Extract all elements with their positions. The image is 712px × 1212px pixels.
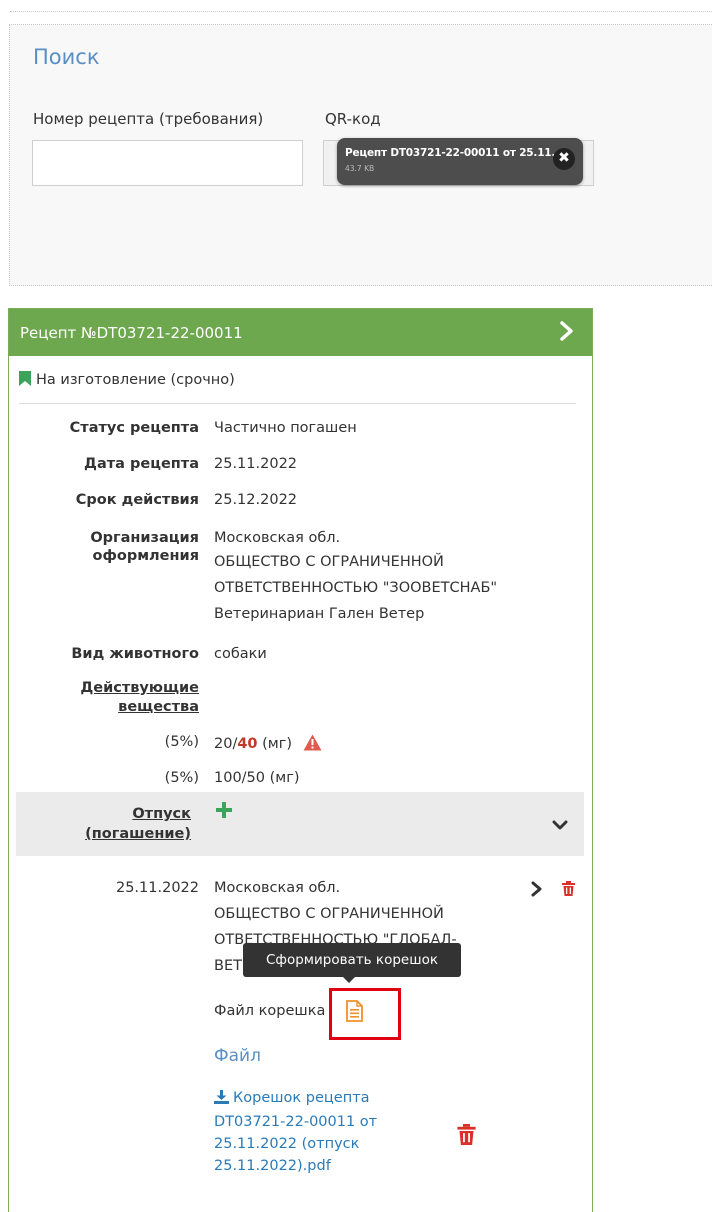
substance-percent: (5%) (164, 734, 199, 750)
qr-file-chip[interactable]: Рецепт DT03721-22-00011 от 25.11. 43.7 K… (337, 138, 583, 185)
stub-file-label: Файл корешка (214, 1003, 326, 1019)
divider (19, 403, 576, 404)
status-value: Частично погашен (214, 420, 357, 436)
qr-file-name: Рецепт DT03721-22-00011 от 25.11. (345, 147, 555, 159)
substance-dose: 100/50 (мг) (214, 770, 300, 786)
substances-label-line-1[interactable]: Действующие (80, 680, 199, 696)
substances-label-line-2[interactable]: вещества (118, 699, 199, 715)
download-line-4: 25.11.2022).pdf (214, 1158, 331, 1174)
issue-org-line-1: Московская обл. (214, 880, 341, 896)
organization-line-2: ОБЩЕСТВО С ОГРАНИЧЕННОЙ (214, 554, 444, 570)
date-value: 25.11.2022 (214, 456, 298, 472)
recipe-card-header[interactable]: Рецепт №DT03721-22-00011 (9, 309, 592, 356)
bookmark-icon (19, 371, 31, 390)
recipe-card: Рецепт №DT03721-22-00011 На изготовление… (8, 308, 593, 1212)
add-issue-plus-icon[interactable] (216, 802, 232, 822)
issue-label[interactable]: Отпуск (погашение) (0, 804, 191, 844)
validity-label: Срок действия (75, 492, 199, 508)
warning-icon (303, 734, 322, 755)
chevron-right-icon[interactable] (557, 320, 577, 346)
recipe-type-label: На изготовление (срочно) (36, 372, 235, 388)
issue-trash-icon[interactable] (562, 881, 575, 900)
substance-dose: 20/40 (мг) (214, 734, 322, 755)
animal-label: Вид животного (71, 646, 199, 662)
issue-section-header[interactable]: Отпуск (погашение) (16, 792, 584, 856)
recipe-type: На изготовление (срочно) (19, 371, 235, 390)
date-label: Дата рецепта (84, 456, 199, 472)
issue-org-line-2: ОБЩЕСТВО С ОГРАНИЧЕННОЙ (214, 906, 444, 922)
issue-org-line-4: ВЕТ (214, 958, 242, 974)
download-icon (214, 1089, 229, 1111)
recipe-number-input[interactable] (32, 140, 303, 186)
dose-value: 20/ (214, 736, 238, 752)
issue-open-chevron-right-icon[interactable] (530, 881, 544, 901)
dose-limit-value: 40 (237, 736, 258, 752)
substance-percent: (5%) (164, 770, 199, 786)
dose-unit: (мг) (257, 736, 293, 752)
qr-code-label: QR-код (325, 110, 381, 128)
top-strip (10, 0, 712, 12)
status-label: Статус рецепта (69, 420, 199, 436)
organization-line-3: ОТВЕТСТВЕННОСТЬЮ "ЗООВЕТСНАБ" (214, 580, 498, 596)
recipe-number-label: Номер рецепта (требования) (33, 110, 264, 128)
organization-line-1: Московская обл. (214, 530, 341, 546)
search-title: Поиск (33, 45, 100, 69)
document-icon (346, 1000, 363, 1026)
organization-label-line-2: оформления (92, 548, 199, 564)
issue-label-line-1: Отпуск (132, 806, 191, 822)
download-line-3: 25.11.2022 (отпуск (214, 1136, 360, 1152)
organization-label-line-1: Организация (90, 530, 199, 546)
dose-unit: (мг) (265, 770, 300, 786)
organization-line-4: Ветеринариан Гален Ветер (214, 606, 425, 622)
create-stub-button[interactable] (329, 988, 401, 1040)
download-line-1: Корешок рецепта (233, 1090, 370, 1106)
animal-value: собаки (214, 646, 267, 662)
issue-label-line-2: (погашение) (85, 826, 191, 842)
search-panel: Поиск Номер рецепта (требования) QR-код … (9, 24, 712, 286)
file-section-label: Файл (214, 1046, 261, 1066)
qr-remove-button[interactable]: ✖ (553, 148, 575, 170)
tooltip-create-stub: Сформировать корешок (243, 943, 461, 983)
stub-download-link[interactable]: Корешок рецепта DT03721-22-00011 от 25.1… (214, 1087, 429, 1177)
dose-value: 100/50 (214, 770, 266, 786)
qr-file-size: 43.7 KB (345, 164, 375, 173)
chevron-down-icon[interactable] (552, 818, 568, 836)
recipe-title: Рецепт №DT03721-22-00011 (20, 324, 243, 342)
validity-value: 25.12.2022 (214, 492, 298, 508)
issue-date: 25.11.2022 (115, 880, 199, 896)
delete-file-trash-icon[interactable] (457, 1124, 476, 1149)
download-line-2: DT03721-22-00011 от (214, 1114, 378, 1130)
